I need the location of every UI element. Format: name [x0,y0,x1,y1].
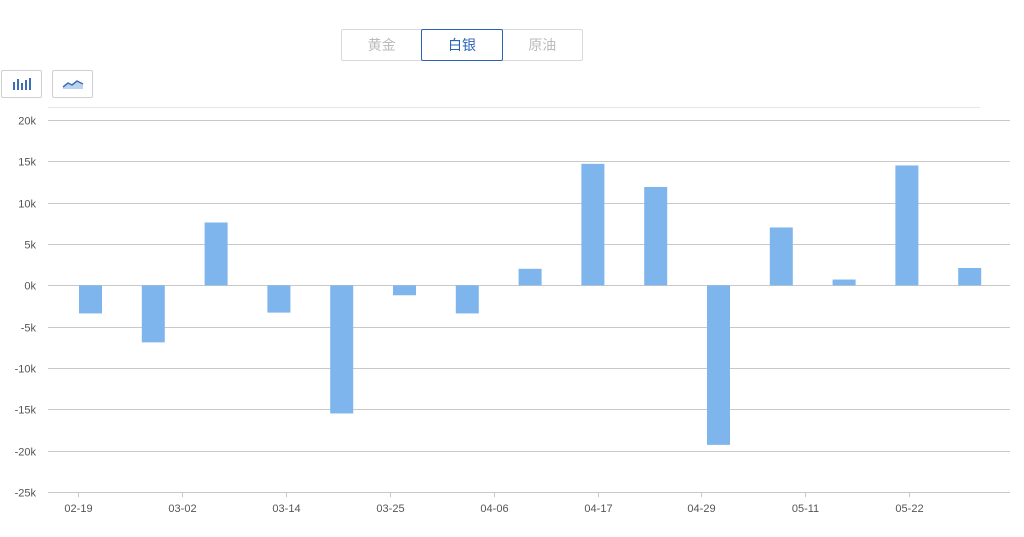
bar [267,285,291,313]
x-tick-label: 03-14 [272,503,300,515]
x-tick-label: 04-06 [480,503,508,515]
y-tick-label: 5k [24,240,36,252]
bar [769,227,793,286]
y-tick-label: -5k [21,323,37,335]
y-tick-label: 10k [18,199,36,211]
bar [581,163,605,286]
y-tick-label: -15k [15,405,37,417]
bar [832,279,856,286]
y-tick-label: 20k [18,116,36,128]
y-tick-label: 15k [18,157,36,169]
bar [393,285,416,296]
y-tick-label: -10k [15,364,37,376]
bar [518,268,542,286]
x-tick-label: 04-17 [584,503,612,515]
y-tick-label: -25k [15,488,37,500]
bar [644,186,668,286]
bar [79,285,102,314]
bar [707,285,730,445]
x-tick-label: 03-02 [168,503,196,515]
x-tick-label: 03-25 [376,503,404,515]
x-tick-label: 04-29 [687,503,715,515]
x-tick-label: 02-19 [64,503,92,515]
y-tick-label: 0k [24,281,36,293]
bar [141,285,165,343]
y-tick-label: -20k [15,447,37,459]
bar [204,222,228,286]
x-tick-label: 05-22 [895,503,923,515]
bar [455,285,479,314]
bar [330,285,354,414]
bar [895,165,919,286]
x-tick-label: 05-11 [792,503,819,515]
bar-chart: 20k 15k 10k 5k 0k -5k -10k -15k -20k -25k 02-19 03-… [15,116,1010,515]
bar [958,267,982,286]
